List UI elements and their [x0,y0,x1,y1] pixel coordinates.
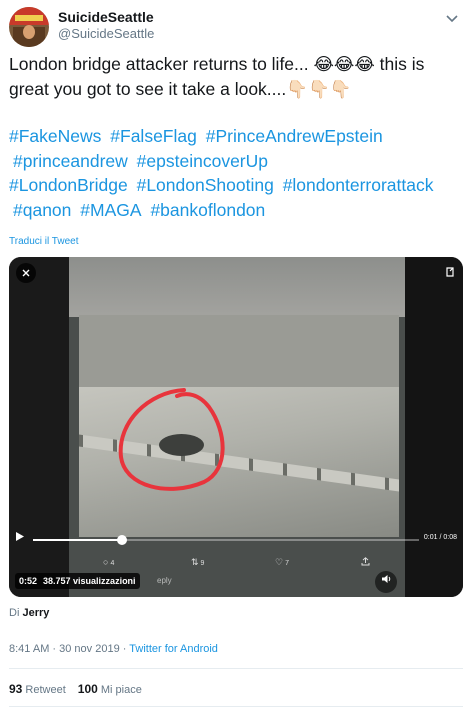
timestamp[interactable]: 8:41 AM · 30 nov 2019 [9,643,120,655]
video-views-badge: 0:52 38.757 visualizzazioni [15,573,140,589]
attribution-author[interactable]: Jerry [22,607,49,619]
tweet-text: London bridge attacker returns to life..… [9,54,425,99]
embedded-like-count: ♡ 7 [275,557,289,567]
hashtag-link[interactable]: #epsteincoverUp [137,151,268,171]
video-time: 0:01 / 0:08 [423,534,457,541]
hashtag-link[interactable]: #londonterrorattack [283,175,434,195]
video-buildings [69,257,405,317]
author-name[interactable]: SuicideSeattle [58,9,154,25]
author-handle[interactable]: @SuicideSeattle [58,26,154,41]
video-attribution: Di Jerry [9,607,50,619]
close-icon[interactable] [16,263,36,283]
tweet-meta: 8:41 AM · 30 nov 2019 · Twitter for Andr… [9,643,218,655]
hashtag-link[interactable]: #LondonShooting [137,175,274,195]
chevron-down-icon[interactable] [446,10,458,28]
retweet-icon: ⇅ [191,557,199,567]
hashtag-link[interactable]: #qanon [13,200,71,220]
heart-icon: ♡ [275,557,284,567]
source-link[interactable]: Twitter for Android [129,643,218,655]
progress-fill [33,539,122,541]
play-icon[interactable] [16,532,24,544]
progress-knob[interactable] [116,535,127,545]
share-icon [361,557,370,568]
embedded-retweet-count: ⇅ 9 [191,557,205,567]
avatar[interactable] [9,7,49,47]
hashtag-link[interactable]: #princeandrew [13,151,128,171]
avatar-banner [15,15,43,21]
translate-link[interactable]: Traduci il Tweet [9,236,78,247]
red-circle-annotation [118,388,225,491]
hashtag-link[interactable]: #MAGA [80,200,141,220]
retweets-stat[interactable]: 93 Retweet [9,682,66,696]
volume-icon[interactable] [375,571,397,593]
video-dark-left [9,257,69,597]
engagement-stats: 93 Retweet 100 Mi piace [9,682,142,696]
hashtag-link[interactable]: #FalseFlag [110,126,197,146]
embedded-reply-count: ○ 4 [103,557,115,567]
expand-icon[interactable] [445,265,455,283]
video-dark-right [405,257,463,597]
reply-icon: ○ [103,557,109,567]
avatar-face [23,25,35,39]
divider [9,668,463,669]
video-progress-bar[interactable] [33,535,419,545]
hashtag-link[interactable]: #PrinceAndrewEpstein [206,126,383,146]
hashtag-link[interactable]: #LondonBridge [9,175,128,195]
hashtag-list: #FakeNews #FalseFlag #PrinceAndrewEpstei… [9,124,465,222]
likes-stat[interactable]: 100 Mi piace [78,682,142,696]
video-views: 38.757 visualizzazioni [43,576,136,586]
video-duration: 0:52 [19,576,38,586]
meta-separator: · [119,643,130,655]
video-player[interactable]: 0:01 / 0:08 ○ 4 ⇅ 9 ♡ 7 0:52 38.757 visualiz… [9,257,463,597]
hashtag-link[interactable]: #bankoflondon [150,200,265,220]
hashtag-link[interactable]: #FakeNews [9,126,101,146]
divider [9,706,463,707]
overlay-text: eply [157,576,172,585]
